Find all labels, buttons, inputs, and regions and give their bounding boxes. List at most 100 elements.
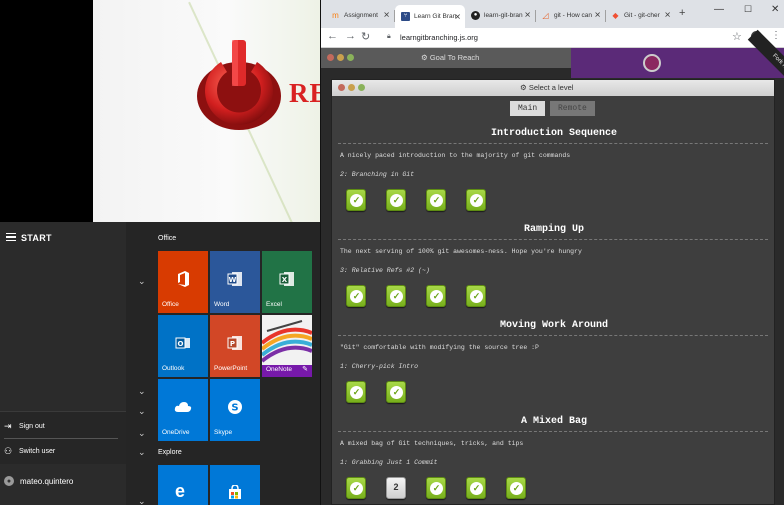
tile-powerpoint[interactable]: P PowerPoint [210, 315, 260, 377]
moodle-icon: m [332, 10, 339, 20]
browser-toolbar: ← → ↻ 🔒︎ learngitbranching.js.org ☆ ⋮ [321, 28, 784, 48]
level-button[interactable]: ✓ [346, 189, 366, 211]
dialog-window-controls[interactable] [338, 84, 365, 91]
back-icon[interactable]: ← [327, 30, 338, 42]
level-button[interactable]: 2 [386, 477, 406, 499]
tile-outlook[interactable]: O Outlook [158, 315, 208, 377]
tile-edge[interactable]: e [158, 465, 208, 505]
reload-icon[interactable]: ↻ [361, 30, 370, 43]
tile-word[interactable]: W Word [210, 251, 260, 313]
tab-git-scm[interactable]: ◆ Git - git-cher ✕ [605, 5, 675, 25]
tab-title: learn-git-bran [484, 11, 523, 19]
switch-user-button[interactable]: ⚇ Switch user [4, 443, 55, 459]
bookmark-star-icon[interactable]: ☆ [732, 30, 742, 43]
tab-remote[interactable]: Remote [550, 101, 595, 116]
checkmark-icon: ✓ [350, 482, 363, 495]
level-button[interactable]: ✓ [426, 477, 446, 499]
minimize-button[interactable]: — [714, 4, 724, 15]
tile-store[interactable] [210, 465, 260, 505]
goal-visualization: Fork me [571, 29, 784, 97]
new-tab-button[interactable]: + [679, 7, 685, 19]
lock-icon: 🔒︎ [387, 33, 391, 40]
sequence-title: Ramping Up [523, 224, 584, 235]
window-close-button[interactable]: ✕ [771, 4, 779, 15]
sequence-description: A mixed bag of Git techniques, tricks, a… [340, 440, 524, 447]
switch-user-icon: ⚇ [4, 446, 13, 456]
level-button[interactable]: ✓ [466, 285, 486, 307]
tab-learn-git-branching[interactable]: ⑂ Learn Git Bran ✕ [395, 5, 465, 28]
level-button[interactable]: ✓ [466, 189, 486, 211]
tab-stackoverflow[interactable]: ◿ git - How can ✕ [535, 5, 606, 25]
tab-main[interactable]: Main [510, 101, 546, 116]
current-level-label: 2: Branching in Git [340, 171, 415, 178]
tile-label: Word [214, 301, 230, 308]
sign-out-button[interactable]: ⇥ Sign out [4, 418, 45, 434]
goal-window-bar: ⚙ Goal To Reach [321, 48, 571, 68]
tile-label: Outlook [162, 365, 185, 372]
tile-label: Excel [266, 301, 282, 308]
dialog-title-text: Select a level [528, 83, 574, 92]
branch-icon: ⑂ [401, 12, 410, 21]
divider [338, 239, 768, 240]
chevron-down-icon[interactable]: ⌄ [138, 496, 146, 505]
level-button[interactable]: ✓ [386, 189, 406, 211]
level-tabs: Main Remote [332, 96, 774, 118]
level-button[interactable]: ✓ [346, 477, 366, 499]
word-icon: W [227, 271, 242, 286]
checkmark-icon: ✓ [430, 290, 443, 303]
close-icon[interactable]: ✕ [383, 11, 390, 20]
level-button[interactable]: ✓ [346, 381, 366, 403]
tab-github[interactable]: ● learn-git-bran ✕ [465, 5, 536, 25]
tile-onenote[interactable]: OneNote ✎ [262, 315, 312, 377]
close-icon[interactable]: ✕ [524, 11, 531, 20]
sign-out-label: Sign out [19, 422, 45, 430]
window-controls[interactable] [327, 54, 354, 61]
sequence-title: Introduction Sequence [490, 128, 618, 139]
chevron-down-icon[interactable]: ⌄ [138, 447, 146, 458]
svg-text:P: P [230, 340, 235, 348]
forward-icon[interactable]: → [345, 30, 356, 42]
tile-excel[interactable]: X Excel [262, 251, 312, 313]
close-icon[interactable]: ✕ [664, 11, 671, 20]
level-button[interactable]: ✓ [386, 381, 406, 403]
tile-onedrive[interactable]: OneDrive [158, 379, 208, 441]
user-account-button[interactable]: ● mateo.quintero [4, 476, 73, 486]
tile-skype[interactable]: S Skype [210, 379, 260, 441]
level-button[interactable]: ✓ [466, 477, 486, 499]
tab-assignment[interactable]: m Assignment ✕ [325, 5, 395, 25]
chevron-down-icon[interactable]: ⌄ [138, 276, 146, 287]
level-button[interactable]: ✓ [506, 477, 526, 499]
tab-title: Git - git-cher [624, 11, 660, 19]
excel-icon: X [279, 271, 294, 286]
maximize-button[interactable]: ☐ [744, 4, 752, 15]
svg-text:O: O [178, 340, 184, 348]
wallpaper-image: RE [93, 0, 320, 222]
checkmark-icon: ✓ [390, 386, 403, 399]
checkmark-icon: ✓ [470, 194, 483, 207]
level-button[interactable]: ✓ [386, 285, 406, 307]
start-menu: START ⇥ Sign out ⚇ Switch user ● mateo.q… [0, 222, 320, 505]
tile-office[interactable]: Office [158, 251, 208, 313]
hamburger-icon[interactable] [6, 233, 16, 241]
tab-title: Assignment [344, 11, 378, 19]
level-button[interactable]: ✓ [346, 285, 366, 307]
skype-icon: S [228, 399, 242, 414]
address-bar[interactable]: learngitbranching.js.org [400, 33, 478, 42]
tab-title: git - How can [554, 11, 592, 19]
level-button[interactable]: ✓ [426, 285, 446, 307]
chevron-down-icon[interactable]: ⌄ [138, 428, 146, 439]
divider [338, 143, 768, 144]
close-icon[interactable]: ✕ [454, 12, 461, 21]
level-button[interactable]: ✓ [426, 189, 446, 211]
tile-label: PowerPoint [214, 365, 248, 372]
svg-text:S: S [231, 402, 238, 413]
chevron-down-icon[interactable]: ⌄ [138, 386, 146, 397]
checkmark-icon: ✓ [470, 482, 483, 495]
checkmark-icon: ✓ [510, 482, 523, 495]
sequence-description: "Git" comfortable with modifying the sou… [340, 344, 539, 351]
chevron-down-icon[interactable]: ⌄ [138, 406, 146, 417]
checkmark-icon: ✓ [350, 194, 363, 207]
menu-icon[interactable]: ⋮ [771, 30, 781, 41]
close-icon[interactable]: ✕ [594, 11, 601, 20]
tile-label: Office [162, 301, 179, 308]
